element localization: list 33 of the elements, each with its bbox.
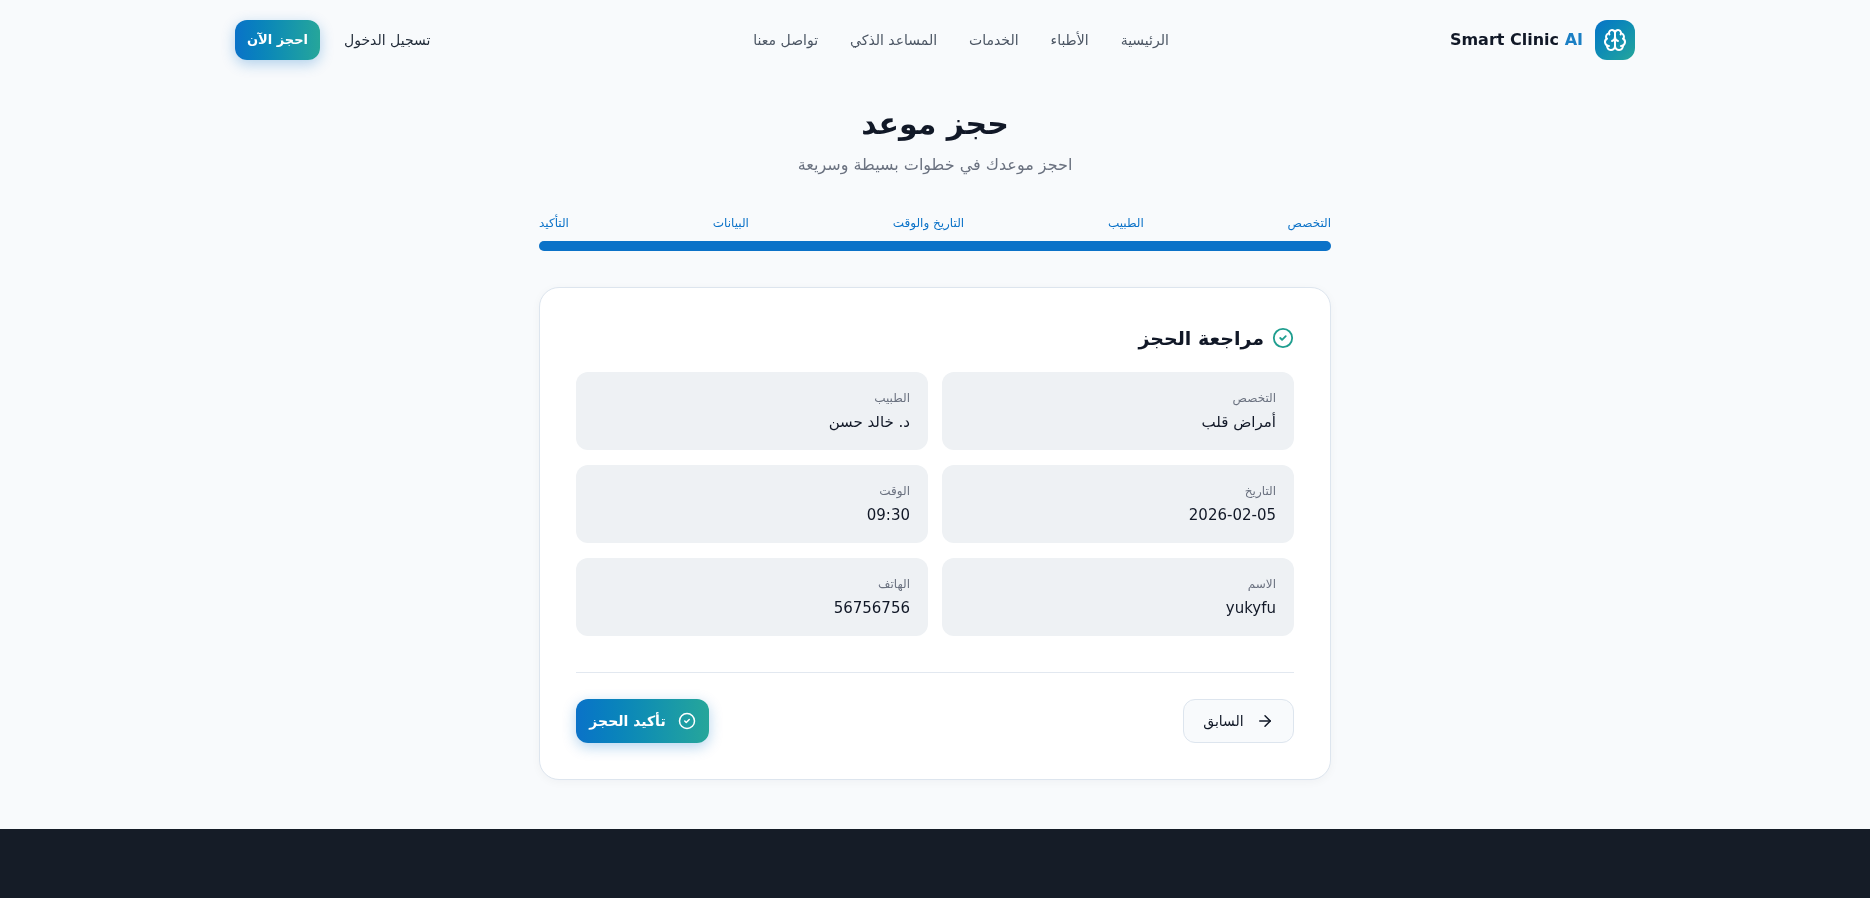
field-value: د. خالد حسن: [827, 412, 910, 433]
login-link[interactable]: تسجيل الدخول: [344, 29, 431, 51]
book-now-button[interactable]: احجز الآن: [235, 20, 321, 60]
check-circle-icon: [1272, 327, 1294, 349]
page-subtitle: احجز موعدك في خطوات بسيطة وسريعة: [797, 154, 1073, 177]
nav-link[interactable]: تواصل معنا: [753, 29, 819, 51]
field-value: yukyfu: [1224, 598, 1276, 619]
nav-link[interactable]: الرئيسية: [1120, 29, 1169, 51]
step-label: التأكيد: [539, 213, 569, 232]
nav-link[interactable]: الخدمات: [969, 29, 1019, 51]
previous-button[interactable]: السابق: [1183, 699, 1294, 743]
field-label: الوقت: [878, 483, 910, 500]
field-label: الطبيب: [873, 390, 910, 407]
field-value: 56756756: [832, 598, 910, 619]
step-label: البيانات: [712, 215, 749, 232]
brain-logo-icon: [1595, 20, 1635, 60]
field-label: التاريخ: [1243, 483, 1276, 500]
field-label: الهاتف: [877, 576, 910, 593]
nav-link[interactable]: المساعد الذكي: [850, 29, 938, 51]
field-value: 2026-02-05: [1187, 505, 1276, 526]
field-label: الاسم: [1246, 576, 1276, 593]
nav-link[interactable]: الأطباء: [1050, 29, 1089, 51]
step-label: التاريخ والوقت: [892, 215, 965, 233]
field-value: 09:30: [865, 505, 910, 526]
step-label: التخصص: [1287, 215, 1331, 233]
check-circle-icon: [677, 712, 696, 730]
confirm-booking-button[interactable]: تأكيد الحجز: [576, 699, 709, 743]
page-title: حجز موعد: [861, 105, 1009, 143]
step-label: الطبيب: [1107, 215, 1144, 232]
brand-name[interactable]: Smart Clinic AI: [1449, 28, 1583, 52]
review-title: مراجعة الحجز: [1138, 326, 1264, 352]
field-label: التخصص: [1231, 390, 1276, 408]
field-value: أمراض قلب: [1200, 411, 1276, 433]
